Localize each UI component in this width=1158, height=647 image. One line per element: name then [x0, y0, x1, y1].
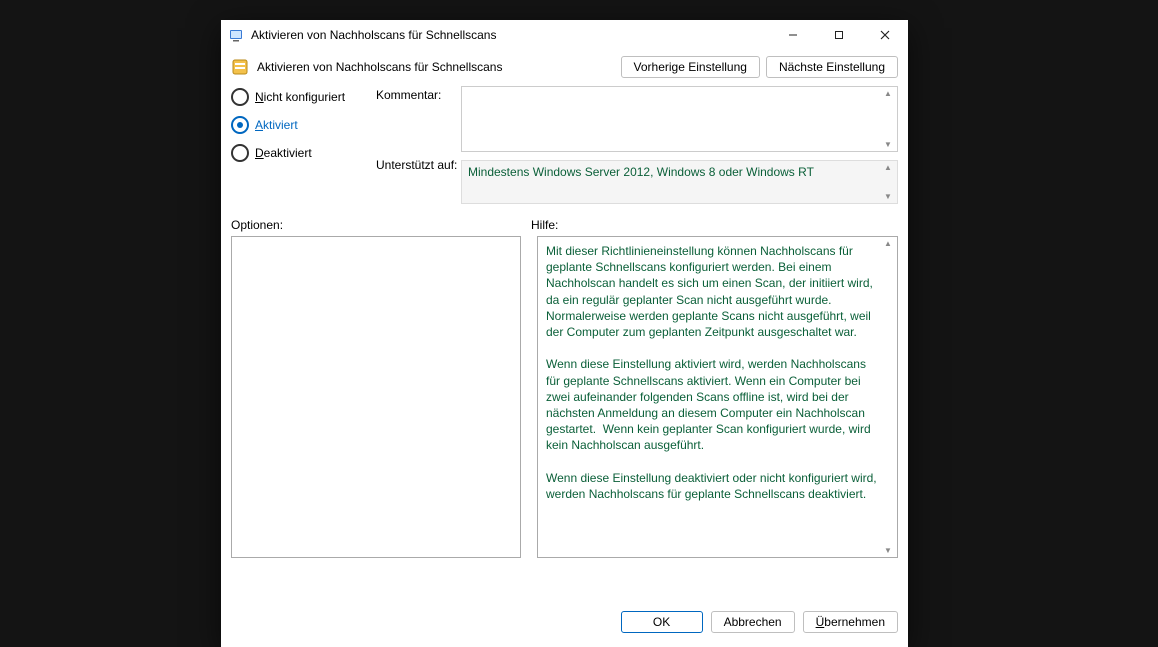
- state-and-comment-area: Nicht konfiguriert Aktiviert Deaktiviert…: [221, 86, 908, 204]
- options-label: Optionen:: [231, 218, 531, 232]
- panel-labels: Optionen: Hilfe:: [221, 204, 908, 236]
- policy-icon: [231, 58, 249, 76]
- titlebar: Aktivieren von Nachholscans für Schnells…: [221, 20, 908, 50]
- scroll-arrows[interactable]: ▲ ▼: [881, 163, 895, 201]
- side-labels: Kommentar: Unterstützt auf:: [376, 86, 461, 172]
- options-panel: [231, 236, 521, 558]
- apply-button[interactable]: Übernehmen: [803, 611, 898, 633]
- dialog-window: Aktivieren von Nachholscans für Schnells…: [221, 20, 908, 647]
- ok-button[interactable]: OK: [621, 611, 703, 633]
- minimize-button[interactable]: [770, 20, 816, 50]
- scroll-down-icon: ▼: [881, 140, 895, 149]
- state-radios: Nicht konfiguriert Aktiviert Deaktiviert: [231, 86, 376, 162]
- radio-deactivated[interactable]: Deaktiviert: [231, 144, 376, 162]
- cancel-button[interactable]: Abbrechen: [711, 611, 795, 633]
- comment-textarea[interactable]: ▲ ▼: [461, 86, 898, 152]
- radio-label: Deaktiviert: [255, 146, 312, 160]
- scroll-down-icon: ▼: [881, 546, 895, 555]
- scroll-up-icon: ▲: [881, 239, 895, 248]
- close-button[interactable]: [862, 20, 908, 50]
- radio-label: Aktiviert: [255, 118, 298, 132]
- panels: Mit dieser Richtlinieneinstellung können…: [221, 236, 908, 599]
- help-text: Mit dieser Richtlinieneinstellung können…: [538, 237, 897, 557]
- maximize-button[interactable]: [816, 20, 862, 50]
- supported-on-text: Mindestens Windows Server 2012, Windows …: [468, 165, 814, 179]
- scroll-up-icon: ▲: [881, 163, 895, 172]
- help-panel: Mit dieser Richtlinieneinstellung können…: [537, 236, 898, 558]
- comment-label: Kommentar:: [376, 88, 461, 102]
- app-icon: [229, 27, 245, 43]
- dialog-footer: OK Abbrechen Übernehmen: [221, 599, 908, 647]
- comment-column: ▲ ▼ Mindestens Windows Server 2012, Wind…: [461, 86, 898, 204]
- radio-icon: [231, 88, 249, 106]
- supported-on-box: Mindestens Windows Server 2012, Windows …: [461, 160, 898, 204]
- nav-buttons: Vorherige Einstellung Nächste Einstellun…: [621, 56, 898, 78]
- radio-icon: [231, 144, 249, 162]
- scroll-arrows[interactable]: ▲ ▼: [881, 239, 895, 555]
- window-title: Aktivieren von Nachholscans für Schnells…: [251, 28, 770, 42]
- scroll-down-icon: ▼: [881, 192, 895, 201]
- scroll-arrows[interactable]: ▲ ▼: [881, 89, 895, 149]
- policy-name-label: Aktivieren von Nachholscans für Schnells…: [257, 60, 621, 74]
- next-setting-button[interactable]: Nächste Einstellung: [766, 56, 898, 78]
- header-row: Aktivieren von Nachholscans für Schnells…: [221, 50, 908, 86]
- scroll-up-icon: ▲: [881, 89, 895, 98]
- help-label: Hilfe:: [531, 218, 898, 232]
- radio-activated[interactable]: Aktiviert: [231, 116, 376, 134]
- radio-label: Nicht konfiguriert: [255, 90, 345, 104]
- radio-not-configured[interactable]: Nicht konfiguriert: [231, 88, 376, 106]
- supported-label: Unterstützt auf:: [376, 158, 461, 172]
- radio-icon: [231, 116, 249, 134]
- previous-setting-button[interactable]: Vorherige Einstellung: [621, 56, 760, 78]
